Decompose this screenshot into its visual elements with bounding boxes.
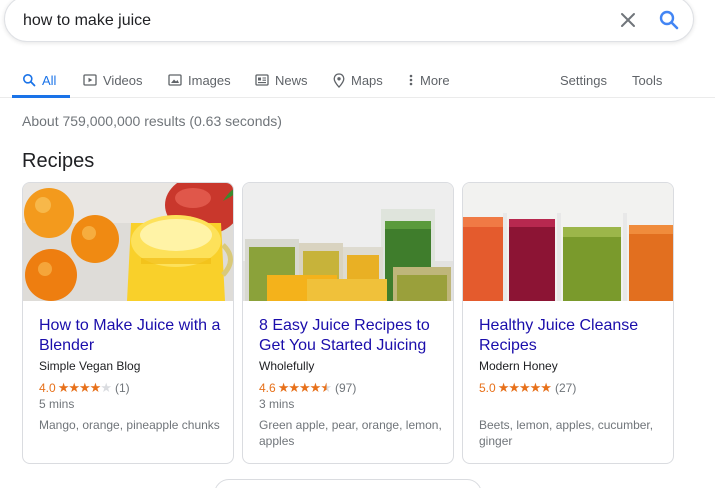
tab-label: News [275, 72, 308, 88]
recipe-time: 3 mins [259, 397, 295, 411]
recipe-title[interactable]: How to Make Juice with a Blender [39, 316, 229, 356]
recipe-source: Wholefully [259, 359, 315, 373]
tab-all[interactable]: All [22, 62, 56, 98]
recipe-time: 5 mins [39, 397, 75, 411]
tab-label: Images [188, 72, 231, 88]
recipe-source: Modern Honey [479, 359, 558, 373]
more-vert-icon [409, 74, 413, 86]
recipe-source: Simple Vegan Blog [39, 359, 141, 373]
tab-label: All [42, 72, 57, 88]
tab-label: Maps [351, 72, 383, 88]
recipe-rating: 4.0 ★★★★★ (1) [39, 380, 130, 396]
star-rating-icon: ★★★★★ [497, 380, 552, 395]
image-icon [168, 74, 182, 86]
recipe-ingredients: Mango, orange, pineapple chunks [39, 418, 220, 432]
recipe-title[interactable]: 8 Easy Juice Recipes to Get You Started … [259, 316, 449, 356]
search-icon [23, 74, 36, 87]
tab-label: More [420, 72, 450, 88]
rating-value: 4.0 [39, 381, 56, 395]
search-icon [659, 10, 679, 30]
video-icon [83, 74, 97, 86]
star-rating-icon: ★★★★★ [277, 380, 332, 395]
tab-videos[interactable]: Videos [83, 62, 143, 98]
search-bar [4, 0, 694, 42]
recipe-card[interactable]: Healthy Juice Cleanse Recipes Modern Hon… [462, 182, 674, 464]
tab-label: Videos [103, 72, 143, 88]
recipe-ingredients: Green apple, pear, orange, lemon, apples [259, 418, 442, 448]
settings-link[interactable]: Settings [560, 62, 607, 98]
tools-link[interactable]: Tools [632, 62, 662, 98]
recipes-heading: Recipes [22, 150, 95, 172]
review-count: (97) [334, 381, 357, 395]
settings-label: Settings [560, 72, 607, 88]
search-button[interactable] [657, 8, 681, 32]
recipe-rating: 4.6 ★★★★★ (97) [259, 380, 356, 396]
tools-label: Tools [632, 72, 663, 88]
recipe-thumbnail [23, 183, 233, 301]
search-tabs: All Videos Images News Maps More Setting… [0, 62, 715, 98]
recipe-ingredients: Beets, lemon, apples, cucumber, ginger [479, 418, 654, 448]
recipe-title[interactable]: Healthy Juice Cleanse Recipes [479, 316, 669, 356]
rating-value: 5.0 [479, 381, 496, 395]
tab-maps[interactable]: Maps [333, 62, 383, 98]
result-stats: About 759,000,000 results (0.63 seconds) [22, 113, 282, 129]
close-icon [621, 13, 635, 27]
more-recipes-button[interactable] [214, 479, 482, 488]
recipe-card[interactable]: How to Make Juice with a Blender Simple … [22, 182, 234, 464]
active-tab-indicator [12, 95, 70, 98]
recipe-thumbnail [243, 183, 453, 301]
clear-button[interactable] [617, 9, 639, 31]
news-icon [255, 74, 269, 86]
map-pin-icon [333, 72, 345, 88]
tab-images[interactable]: Images [168, 62, 231, 98]
review-count: (27) [554, 381, 577, 395]
tab-news[interactable]: News [255, 62, 308, 98]
review-count: (1) [114, 381, 130, 395]
rating-value: 4.6 [259, 381, 276, 395]
tab-more[interactable]: More [408, 62, 450, 98]
search-input[interactable] [23, 7, 583, 35]
recipe-card[interactable]: 8 Easy Juice Recipes to Get You Started … [242, 182, 454, 464]
star-rating-icon: ★★★★★ [57, 380, 112, 395]
recipe-thumbnail [463, 183, 673, 301]
recipe-rating: 5.0 ★★★★★ (27) [479, 380, 576, 396]
